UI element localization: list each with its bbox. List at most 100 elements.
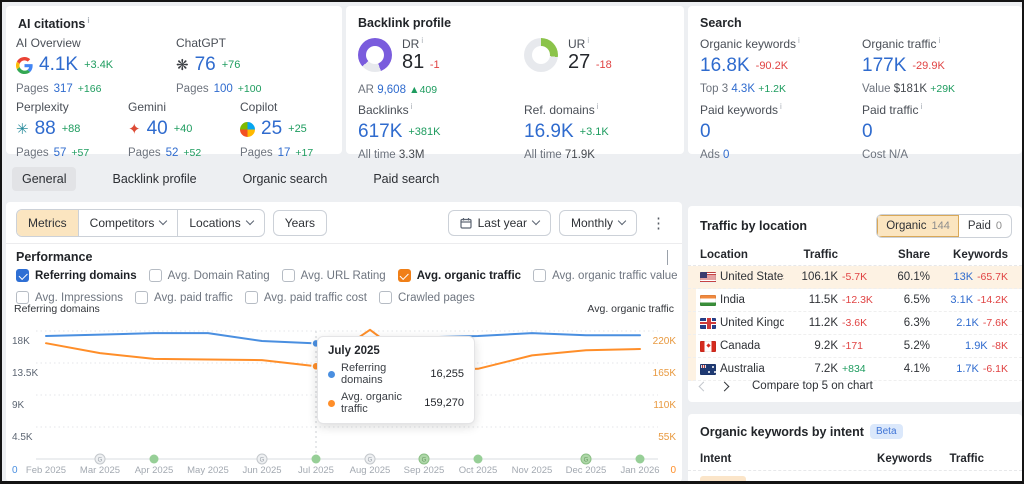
note-marker[interactable] — [635, 454, 645, 464]
keywords-cell: 1.9K -8K — [934, 340, 1008, 352]
keywords-delta: -65.7K — [977, 271, 1008, 283]
backlinks-label: Backlinks i — [358, 102, 413, 117]
ref-domains-value: 16.9K — [524, 121, 574, 142]
note-marker[interactable] — [473, 454, 483, 464]
month-label: Dec 2025 — [566, 465, 607, 476]
tab-organic-search[interactable]: Organic search — [233, 167, 338, 191]
tooltip-row: Avg. organic traffic 159,270 — [328, 391, 464, 415]
ai-metric-value-row: ✳ 88 +88 — [16, 118, 128, 140]
collapse-button[interactable] — [667, 250, 668, 265]
checkbox-label: Avg. Impressions — [35, 291, 123, 304]
info-icon[interactable]: i — [798, 36, 800, 45]
pages-value: 52 — [165, 147, 179, 159]
metric-checkbox-avg-paid-traffic-cost[interactable]: Avg. paid traffic cost — [244, 291, 367, 304]
checkbox-label: Crawled pages — [397, 291, 475, 304]
traffic-value: 106.1K — [801, 271, 838, 283]
chevron-down-icon — [245, 216, 254, 226]
traffic-value: 11.2K — [808, 317, 838, 329]
keywords-value: 2.1K — [956, 317, 979, 329]
metric-checkbox-avg-url-rating[interactable]: Avg. URL Rating — [281, 269, 386, 282]
axis-tick-label: 110K — [653, 400, 676, 411]
month-label: Apr 2025 — [135, 465, 174, 476]
perplexity-icon: ✳ — [16, 120, 29, 138]
keywords-delta: -8K — [991, 340, 1008, 352]
ca-flag-icon — [700, 340, 716, 352]
location-row-us[interactable]: United States 106.1K -5.7K 60.1% 13K -65.7K — [688, 266, 1022, 289]
pages-delta: +166 — [77, 83, 102, 95]
dr-metric: DR i 81 -1 — [358, 36, 440, 74]
checkbox-label: Referring domains — [35, 269, 137, 282]
traffic-by-location-title: Traffic by location — [700, 219, 807, 233]
more-options-button[interactable]: ⋮ — [645, 214, 672, 232]
note-marker[interactable] — [311, 454, 321, 464]
uk-flag-cross — [700, 321, 716, 325]
location-pagination: Compare top 5 on chart — [688, 374, 1022, 398]
location-row-ca[interactable]: Canada 9.2K -171 5.2% 1.9K -8K — [688, 335, 1022, 358]
keywords-by-intent-title: Organic keywords by intent — [700, 425, 864, 439]
info-icon[interactable]: i — [587, 36, 589, 45]
dr-delta: -1 — [429, 59, 440, 71]
date-range-dropdown[interactable]: Last year — [447, 209, 551, 236]
authority-rank: AR 9,608 ▲409 — [358, 84, 438, 96]
next-page-button[interactable] — [719, 381, 730, 391]
right-zero-label: 0 — [670, 465, 676, 476]
location-table-header: Location Traffic Share Keywords — [688, 244, 1022, 266]
metric-checkbox-crawled-pages[interactable]: Crawled pages — [378, 291, 475, 304]
tab-general[interactable]: General — [12, 167, 77, 191]
checkbox-icon — [378, 291, 392, 304]
filter-group: Metrics Competitors Locations — [16, 208, 265, 237]
info-icon[interactable]: i — [920, 102, 922, 111]
compare-top5-link[interactable]: Compare top 5 on chart — [752, 380, 873, 392]
metric-checkbox-referring-domains[interactable]: Referring domains — [16, 269, 137, 282]
metric-checkbox-avg-organic-traffic-value[interactable]: Avg. organic traffic value — [533, 269, 678, 282]
performance-heading: Performance — [16, 250, 93, 264]
years-filter-button[interactable]: Years — [272, 209, 327, 236]
location-table-body: United States 106.1K -5.7K 60.1% 13K -65.7K In… — [688, 266, 1022, 381]
keywords-cell: 13K -65.7K — [934, 271, 1008, 283]
paid-traffic-metric: Paid traffic i 0 Cost N/A — [862, 102, 923, 161]
organic-keywords-label: Organic keywords i — [700, 36, 800, 51]
traffic-value: 9.2K — [814, 340, 838, 352]
tab-paid-search[interactable]: Paid search — [363, 167, 449, 191]
organic-toggle-button[interactable]: Organic 144 — [877, 215, 959, 237]
ai-metric-label: ChatGPT — [176, 36, 227, 50]
note-marker[interactable] — [149, 454, 159, 464]
info-icon[interactable]: i — [597, 102, 599, 111]
previous-page-button[interactable] — [698, 381, 709, 391]
month-label: Jan 2026 — [620, 465, 659, 476]
axis-tick-label: 55K — [658, 432, 676, 443]
locations-dropdown[interactable]: Locations — [178, 210, 263, 236]
share-value: 6.3% — [903, 317, 930, 329]
info-icon[interactable]: i — [421, 36, 423, 45]
ai-metric-value-row: 25 +25 — [240, 118, 352, 140]
metric-checkbox-avg-organic-traffic[interactable]: Avg. organic traffic — [397, 269, 521, 282]
us-flag-icon — [700, 271, 716, 283]
google-update-glyph: G — [368, 458, 373, 464]
competitors-dropdown[interactable]: Competitors — [79, 209, 179, 236]
left-zero-label: 0 — [12, 465, 18, 476]
chevron-down-icon — [159, 216, 168, 226]
granularity-dropdown[interactable]: Monthly — [558, 209, 637, 236]
pages-delta: +57 — [71, 147, 90, 159]
tab-backlink-profile[interactable]: Backlink profile — [102, 167, 206, 191]
metrics-filter-button[interactable]: Metrics — [17, 209, 79, 236]
paid-keywords-metric: Paid keywords i 0 Ads 0 — [700, 102, 782, 161]
axis-tick-label: 18K — [12, 336, 30, 347]
dr-value: 81 -1 — [402, 51, 440, 73]
keywords-delta: -7.6K — [982, 317, 1008, 329]
pages-label: Pages — [16, 83, 49, 95]
location-row-uk[interactable]: United Kingdom 11.2K -3.6K 6.3% 2.1K-7.6K — [688, 312, 1022, 335]
uk-flag-icon — [700, 317, 716, 329]
paid-toggle-button[interactable]: Paid 0 — [959, 215, 1011, 237]
info-icon[interactable]: i — [780, 102, 782, 111]
info-icon[interactable]: i — [411, 102, 413, 111]
metric-checkbox-avg-paid-traffic[interactable]: Avg. paid traffic — [135, 291, 233, 304]
pages-delta: +100 — [237, 83, 262, 95]
traffic-delta: -12.3K — [842, 294, 873, 306]
metric-checkbox-avg-domain-rating[interactable]: Avg. Domain Rating — [148, 269, 270, 282]
intent-table-header: Intent Keywords Traffic — [688, 447, 1022, 471]
info-icon[interactable]: i — [938, 36, 940, 45]
series-dot-icon — [328, 370, 335, 378]
info-icon[interactable]: i — [87, 16, 89, 25]
location-row-in[interactable]: India 11.5K -12.3K 6.5% 3.1K -14.2K — [688, 289, 1022, 312]
